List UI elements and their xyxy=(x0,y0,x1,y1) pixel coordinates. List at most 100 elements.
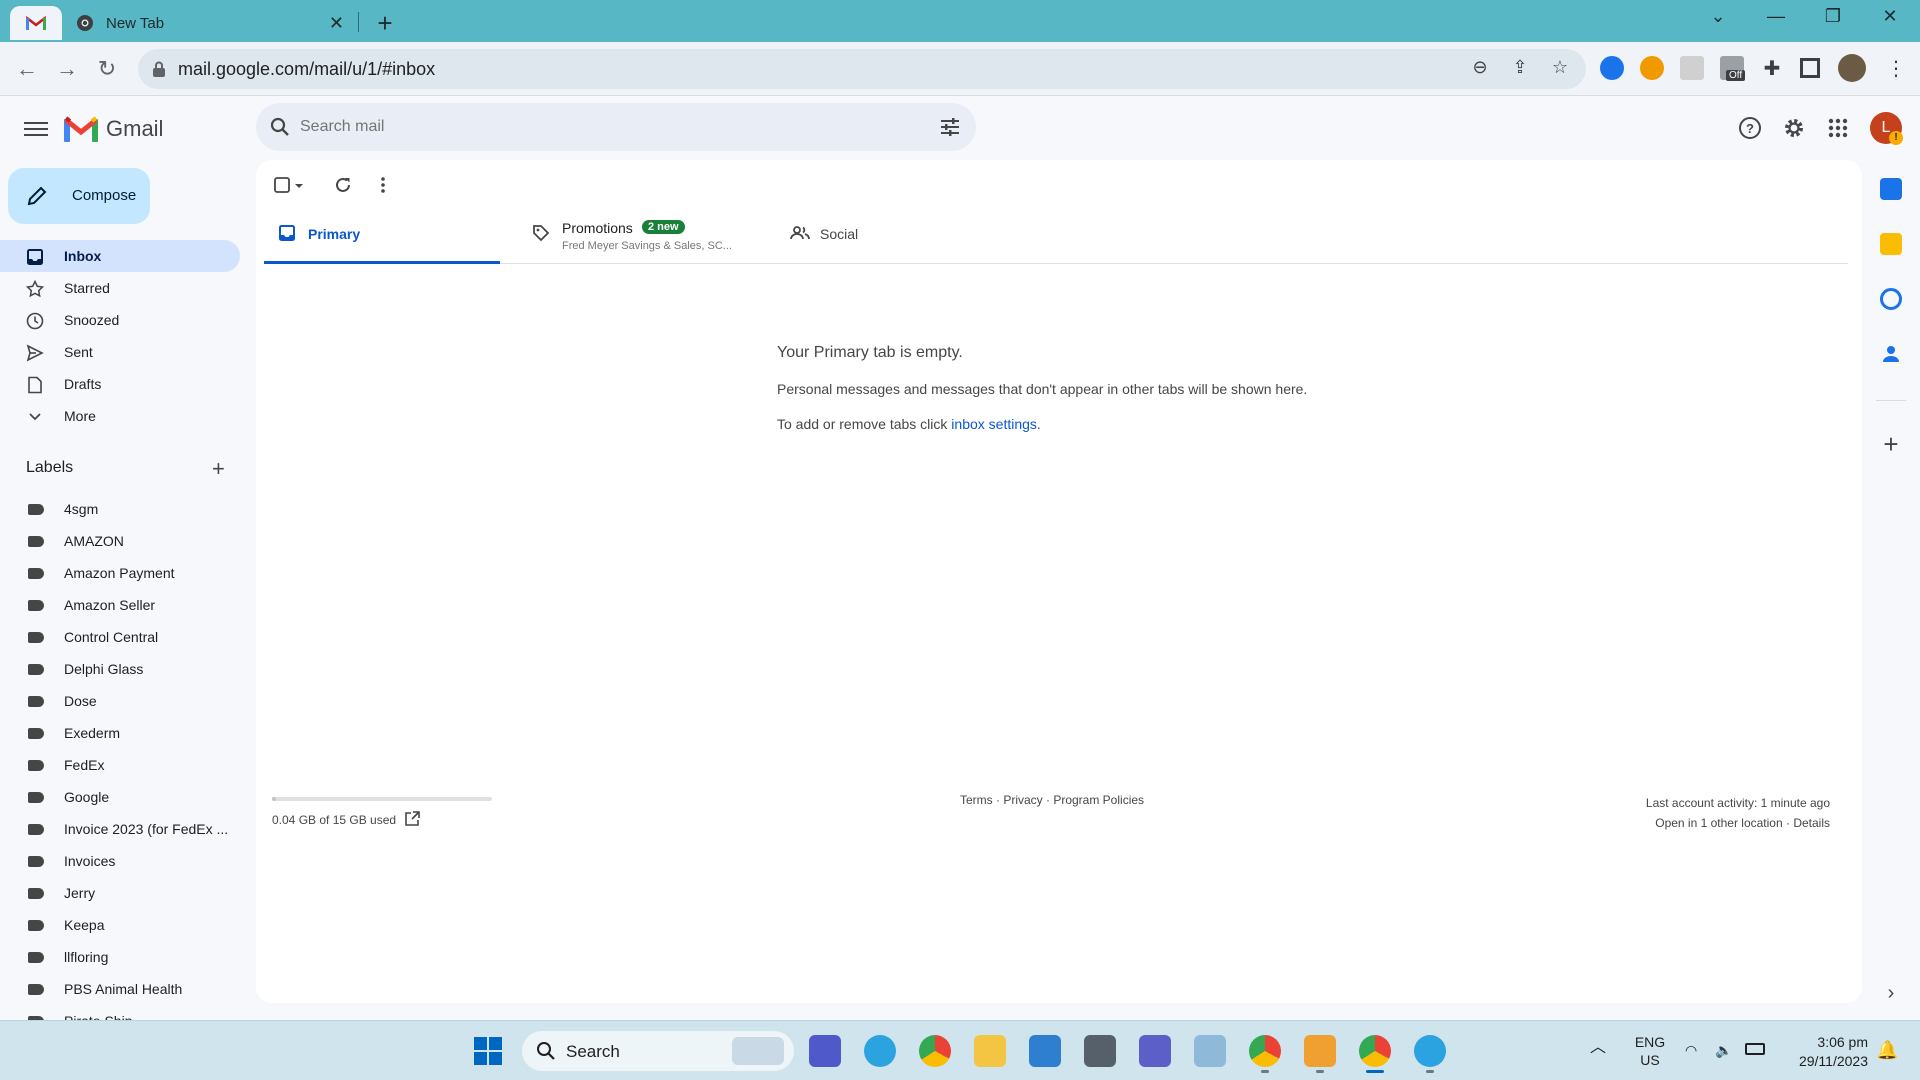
select-all-checkbox[interactable] xyxy=(272,174,294,196)
meet-chat-app-icon[interactable] xyxy=(809,1035,841,1067)
create-label-plus-icon[interactable]: + xyxy=(212,456,225,482)
telegram-2-app-icon[interactable] xyxy=(1414,1035,1446,1067)
clock-time: 3:06 pm xyxy=(1817,1034,1868,1050)
search-input[interactable] xyxy=(300,115,900,139)
label-item[interactable]: Amazon Seller xyxy=(0,589,240,621)
tab-close-icon[interactable]: ✕ xyxy=(329,13,344,34)
browser-tab-gmail[interactable] xyxy=(10,6,62,40)
reload-button[interactable]: ↻ xyxy=(92,54,122,84)
notifications-bell-icon[interactable]: 🔔 xyxy=(1876,1041,1898,1059)
label-item[interactable]: Invoice 2023 (for FedEx ... xyxy=(0,813,240,845)
browser-menu-icon[interactable]: ⋮ xyxy=(1884,56,1908,80)
address-bar[interactable]: mail.google.com/mail/u/1/#inbox ⊖ ⇪ ☆ xyxy=(138,49,1586,89)
language-indicator[interactable]: ENG US xyxy=(1630,1033,1670,1069)
file-explorer-icon[interactable] xyxy=(974,1035,1006,1067)
label-item[interactable]: Jerry xyxy=(0,877,240,909)
extension-1-icon[interactable] xyxy=(1600,56,1624,80)
footer-policy-links[interactable]: Terms · Privacy · Program Policies xyxy=(960,793,1144,807)
google-apps-grid-icon[interactable] xyxy=(1824,114,1852,142)
main-menu-icon[interactable] xyxy=(24,118,48,138)
battery-icon[interactable] xyxy=(1745,1043,1765,1055)
extension-off-badge: Off xyxy=(1726,70,1746,81)
more-options-icon[interactable] xyxy=(372,174,394,196)
extension-3-icon[interactable] xyxy=(1680,56,1704,80)
volume-icon[interactable]: 🔈 xyxy=(1715,1041,1732,1059)
wifi-icon[interactable]: ◠ xyxy=(1685,1041,1697,1059)
taskbar-clock[interactable]: 3:06 pm 29/11/2023 xyxy=(1774,1033,1868,1071)
label-item[interactable]: AMAZON xyxy=(0,525,240,557)
side-panel-icon[interactable] xyxy=(1800,58,1820,78)
select-dropdown-chevron-icon[interactable] xyxy=(292,174,306,196)
calculator-app-icon[interactable] xyxy=(1084,1035,1116,1067)
label-item[interactable]: Pirate Ship xyxy=(0,1005,240,1020)
labels-list: 4sgm AMAZON Amazon Payment Amazon Seller Con… xyxy=(0,0,240,1020)
minimize-button[interactable]: — xyxy=(1756,6,1796,27)
chrome-profile-2-icon[interactable] xyxy=(1249,1035,1281,1067)
telegram-app-icon[interactable] xyxy=(864,1035,896,1067)
sidebar-item-drafts[interactable]: Drafts xyxy=(0,368,240,400)
contacts-icon[interactable] xyxy=(1880,343,1902,365)
close-window-button[interactable]: ✕ xyxy=(1870,6,1910,27)
sidebar-item-snoozed[interactable]: Snoozed xyxy=(0,304,240,336)
show-side-panel-chevron-icon[interactable]: › xyxy=(1880,982,1902,1004)
activity-details-link[interactable]: Open in 1 other location · Details xyxy=(1646,813,1830,833)
show-hidden-icons-chevron-icon[interactable]: ︿ xyxy=(1590,1039,1606,1057)
label-item[interactable]: Delphi Glass xyxy=(0,653,240,685)
clock-icon xyxy=(26,312,44,330)
label-item[interactable]: PBS Animal Health xyxy=(0,973,240,1005)
keep-icon[interactable] xyxy=(1880,233,1902,255)
browser-tab-new-tab[interactable]: New Tab ✕ xyxy=(66,6,356,40)
sidebar-item-starred[interactable]: Starred xyxy=(0,272,240,304)
refresh-icon[interactable] xyxy=(332,174,354,196)
settings-gear-icon[interactable] xyxy=(1780,114,1808,142)
search-options-icon[interactable] xyxy=(940,117,960,137)
tasks-icon[interactable] xyxy=(1880,288,1902,310)
tab-promotions[interactable]: Promotions 2 new Fred Meyer Savings & Sa… xyxy=(518,202,758,264)
label-item[interactable]: Exederm xyxy=(0,717,240,749)
puzzle-extensions-icon[interactable]: ✚ xyxy=(1760,56,1784,80)
taskbar-search-icon xyxy=(537,1042,555,1060)
zoom-icon[interactable]: ⊖ xyxy=(1468,57,1492,81)
label-item[interactable]: Control Central xyxy=(0,621,240,653)
snipping-tool-icon[interactable] xyxy=(1194,1035,1226,1067)
compose-button[interactable]: Compose xyxy=(8,168,150,224)
label-item[interactable]: FedEx xyxy=(0,749,240,781)
search-bar[interactable] xyxy=(256,103,976,151)
sidebar-item-more[interactable]: More xyxy=(0,400,240,432)
bookmark-star-icon[interactable]: ☆ xyxy=(1548,57,1572,81)
forward-button[interactable]: → xyxy=(52,54,82,84)
label-item[interactable]: Google xyxy=(0,781,240,813)
tab-search-chevron-icon[interactable]: ⌄ xyxy=(1698,6,1738,27)
restore-button[interactable]: ❐ xyxy=(1813,6,1853,27)
label-item[interactable]: llfloring xyxy=(0,941,240,973)
chrome-app-icon[interactable] xyxy=(919,1035,951,1067)
inbox-settings-link[interactable]: inbox settings xyxy=(951,416,1037,432)
tab-primary[interactable]: Primary xyxy=(264,202,500,264)
new-tab-button[interactable]: + xyxy=(370,8,400,39)
search-icon[interactable] xyxy=(270,117,290,137)
label-tag-icon xyxy=(28,952,44,963)
label-item[interactable]: Keepa xyxy=(0,909,240,941)
label-item[interactable]: 4sgm xyxy=(0,493,240,525)
label-item[interactable]: Amazon Payment xyxy=(0,557,240,589)
label-item[interactable]: Invoices xyxy=(0,845,240,877)
sidebar-item-inbox[interactable]: Inbox xyxy=(0,240,240,272)
open-storage-external-icon[interactable] xyxy=(404,811,420,827)
notepad-app-icon[interactable] xyxy=(1029,1035,1061,1067)
back-button[interactable]: ← xyxy=(12,54,42,84)
taskbar-search-box[interactable]: Search xyxy=(522,1031,794,1071)
tab-social[interactable]: Social xyxy=(776,202,976,264)
extension-2-icon[interactable] xyxy=(1640,56,1664,80)
share-icon[interactable]: ⇪ xyxy=(1508,57,1532,81)
help-icon[interactable]: ? xyxy=(1736,114,1764,142)
sidebar-item-sent[interactable]: Sent xyxy=(0,336,240,368)
calendar-icon[interactable] xyxy=(1880,178,1902,200)
teams-app-icon[interactable] xyxy=(1139,1035,1171,1067)
get-addons-plus-icon[interactable]: + xyxy=(1880,431,1902,457)
label-item[interactable]: Dose xyxy=(0,685,240,717)
chrome-active-window-icon[interactable] xyxy=(1359,1035,1391,1067)
app-orange-icon[interactable] xyxy=(1304,1035,1336,1067)
windows-start-icon[interactable] xyxy=(472,1035,504,1067)
profile-avatar-icon[interactable] xyxy=(1838,54,1866,82)
inbox-icon xyxy=(279,225,295,241)
